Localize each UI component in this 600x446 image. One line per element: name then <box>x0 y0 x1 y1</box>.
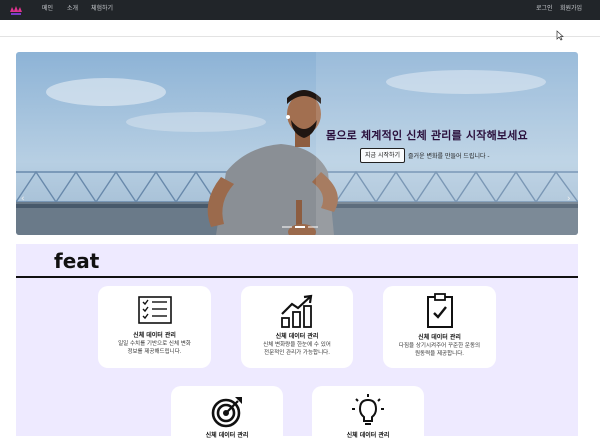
carousel-indicators <box>282 226 318 228</box>
nav-link-experience[interactable]: 체험하기 <box>91 5 113 13</box>
feature-card: 신체 데이터 관리 <box>171 386 283 446</box>
feature-card: 신체 데이터 관리 다짐을 상기시켜주어 꾸준한 운동의 원동력을 제공합니다. <box>383 286 496 368</box>
brand-logo[interactable] <box>8 2 24 18</box>
hero-image <box>16 52 578 235</box>
feature-card-desc-line: 원동력을 제공합니다. <box>414 351 465 357</box>
hero-title: 몸으로 체계적인 신체 관리를 시작해보세요 <box>326 129 528 142</box>
feature-card: 신체 데이터 관리 <box>312 386 424 446</box>
mouse-cursor-icon <box>556 30 564 41</box>
feature-card: 신체 데이터 관리 일일 수치를 기반으로 신체 변화 정보를 제공해드립니다. <box>98 286 211 368</box>
carousel-indicator[interactable] <box>295 226 305 228</box>
feature-card-desc-line: 정보를 제공해드립니다. <box>127 349 182 355</box>
feature-card-desc-line: 전문적인 관리가 가능합니다. <box>264 350 330 356</box>
feature-card-title: 신체 데이터 관리 <box>346 432 390 439</box>
feature-card: 신체 데이터 관리 신체 변화량을 한눈에 수 있어 전문적인 관리가 가능합니… <box>241 286 353 368</box>
feature-card-title: 신체 데이터 관리 <box>418 334 461 341</box>
carousel-indicator[interactable] <box>282 226 292 228</box>
target-icon <box>211 397 242 428</box>
clipboard-check-icon <box>426 293 453 328</box>
carousel-indicator[interactable] <box>308 226 318 228</box>
hero-subtitle: 즐거운 변화를 만들어 드립니다 - <box>408 153 490 160</box>
feature-card-desc: 신체 변화량을 한눈에 수 있어 전문적인 관리가 가능합니다. <box>247 341 347 357</box>
feature-section-title: feat <box>54 249 100 273</box>
nav-link-main[interactable]: 메인 <box>42 5 53 13</box>
signup-link[interactable]: 회원가입 <box>560 5 582 13</box>
top-navbar: 메인 소개 체험하기 로그인 회원가입 <box>0 0 600 20</box>
feature-card-desc-line: 신체 변화량을 한눈에 수 있어 <box>263 342 331 348</box>
divider <box>0 36 600 37</box>
nav-link-about[interactable]: 소개 <box>67 5 78 13</box>
feature-title-underline <box>16 276 578 278</box>
growth-chart-icon <box>281 294 313 328</box>
feature-card-desc: 다짐을 상기시켜주어 꾸준한 운동의 원동력을 제공합니다. <box>389 342 490 358</box>
hero-cta-row: 지금 시작하기 즐거운 변화를 만들어 드립니다 - <box>360 148 490 163</box>
hero-carousel: ‹ › <box>16 52 578 235</box>
feature-card-title: 신체 데이터 관리 <box>133 332 176 339</box>
feature-card-title: 신체 데이터 관리 <box>275 333 319 340</box>
login-link[interactable]: 로그인 <box>536 5 553 13</box>
checklist-icon <box>137 296 172 324</box>
feature-card-desc-line: 일일 수치를 기반으로 신체 변화 <box>118 341 191 347</box>
feature-card-desc-line: 다짐을 상기시켜주어 꾸준한 운동의 <box>398 343 481 349</box>
feature-card-desc: 일일 수치를 기반으로 신체 변화 정보를 제공해드립니다. <box>104 340 205 356</box>
lightbulb-icon <box>352 394 384 425</box>
carousel-next-arrow[interactable]: › <box>567 194 571 204</box>
carousel-prev-arrow[interactable]: ‹ <box>21 194 25 204</box>
feature-card-title: 신체 데이터 관리 <box>205 432 249 439</box>
start-now-button[interactable]: 지금 시작하기 <box>360 148 406 163</box>
